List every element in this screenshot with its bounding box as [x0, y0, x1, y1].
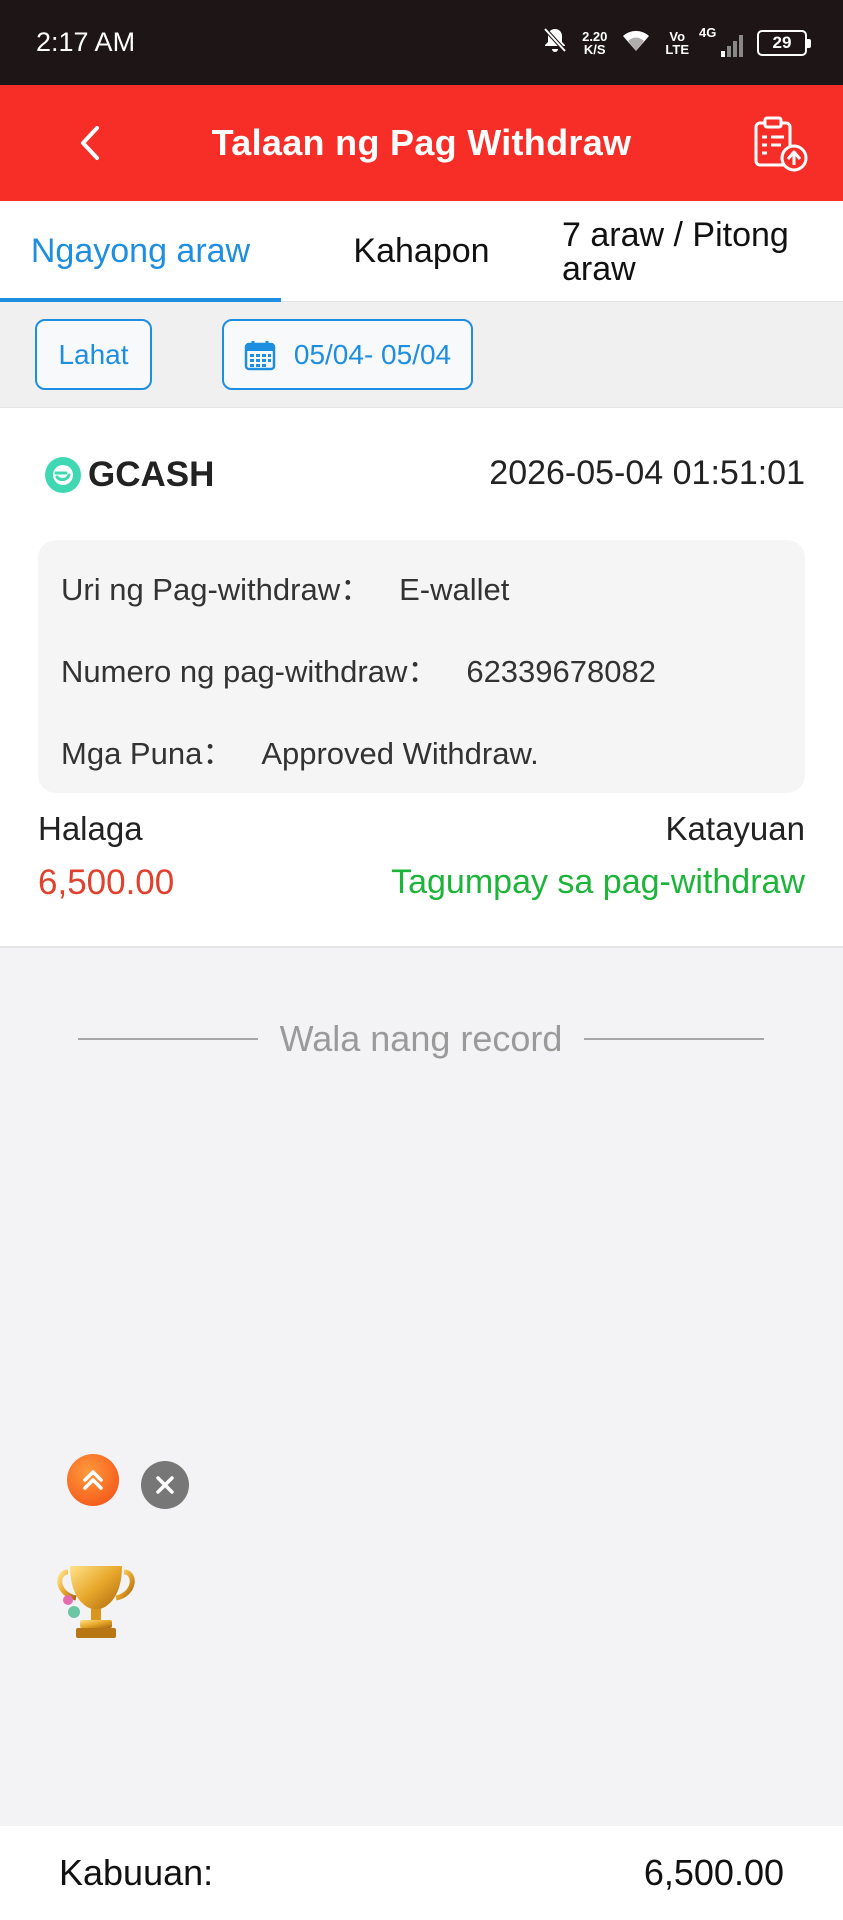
volte-bottom: LTE [665, 41, 689, 57]
status-label: Katayuan [665, 810, 805, 847]
withdraw-record-card[interactable]: GCASH 2026-05-04 01:51:01 Uri ng Pag-wit… [0, 408, 843, 948]
withdraw-number-value: 62339678082 [466, 654, 656, 689]
network-speed-value: 2.20 [582, 28, 608, 44]
remarks-label: Mga Puna： [61, 736, 234, 771]
amount-value: 6,500.00 [38, 863, 175, 902]
provider-name: GCASH [88, 455, 215, 494]
wifi-icon [621, 27, 651, 58]
status-icons: 2.20 K/S Vo LTE 4G 29 [542, 25, 811, 59]
divider-right [584, 1038, 765, 1040]
date-range-button[interactable]: 05/04- 05/04 [222, 319, 473, 390]
gcash-logo-icon [45, 457, 81, 493]
status-time: 2:17 AM [36, 27, 136, 57]
clipboard-upload-icon[interactable] [751, 115, 809, 173]
date-tabs: Ngayong araw Kahapon 7 araw / Pitong ara… [0, 201, 843, 302]
chevron-left-icon [81, 126, 99, 160]
network-speed: 2.20 K/S [582, 30, 607, 56]
close-floating-button[interactable] [141, 1461, 189, 1509]
provider: GCASH [44, 455, 214, 495]
remarks-row: Mga Puna： Approved Withdraw. [61, 728, 539, 773]
battery-icon: 29 [757, 29, 811, 56]
volte-top: Vo [669, 28, 686, 44]
remarks-value: Approved Withdraw. [261, 736, 539, 771]
close-icon [156, 1476, 174, 1494]
page-title: Talaan ng Pag Withdraw [211, 122, 632, 163]
app-header: Talaan ng Pag Withdraw [0, 85, 843, 201]
date-range-label: 05/04- 05/04 [293, 338, 452, 370]
total-label: Kabuuan: [59, 1852, 214, 1893]
bell-muted-icon [542, 26, 568, 59]
calendar-icon [244, 340, 276, 370]
total-value: 6,500.00 [643, 1852, 784, 1893]
double-chevron-up-icon [83, 1470, 103, 1490]
withdraw-number-label: Numero ng pag-withdraw： [61, 654, 439, 689]
record-datetime: 2026-05-04 01:51:01 [489, 454, 805, 492]
back-button[interactable] [70, 117, 110, 169]
network-type: 4G [699, 24, 717, 40]
battery-level: 29 [772, 32, 792, 52]
tab-seven-days[interactable]: 7 araw / Pitong araw [562, 201, 843, 302]
divider-left [78, 1038, 258, 1040]
withdraw-number-row: Numero ng pag-withdraw： 62339678082 [61, 646, 656, 691]
type-filter-button[interactable]: Lahat [35, 319, 152, 390]
list-end-indicator: Wala nang record [78, 1016, 765, 1062]
status-value: Tagumpay sa pag-withdraw [391, 863, 805, 901]
list-end-text: Wala nang record [279, 1018, 563, 1059]
signal-icon: 4G [699, 25, 743, 57]
volte-indicator: Vo LTE [665, 30, 689, 56]
withdraw-type-label: Uri ng Pag-withdraw： [61, 572, 372, 607]
total-footer: Kabuuan: 6,500.00 [0, 1826, 843, 1920]
status-bar: 2:17 AM 2.20 K/S Vo LTE 4G 29 [0, 0, 843, 85]
tab-yesterday[interactable]: Kahapon [281, 201, 562, 302]
amount-label: Halaga [38, 810, 143, 847]
trophy-icon[interactable] [54, 1560, 138, 1644]
filter-bar: Lahat 05/04- 05/04 [0, 302, 843, 408]
withdraw-type-row: Uri ng Pag-withdraw： E-wallet [61, 564, 509, 609]
record-details: Uri ng Pag-withdraw： E-wallet Numero ng p… [38, 540, 805, 793]
network-speed-unit: K/S [583, 41, 606, 57]
withdraw-type-value: E-wallet [399, 572, 510, 607]
scroll-top-button[interactable] [67, 1454, 119, 1506]
tab-today[interactable]: Ngayong araw [0, 201, 281, 302]
